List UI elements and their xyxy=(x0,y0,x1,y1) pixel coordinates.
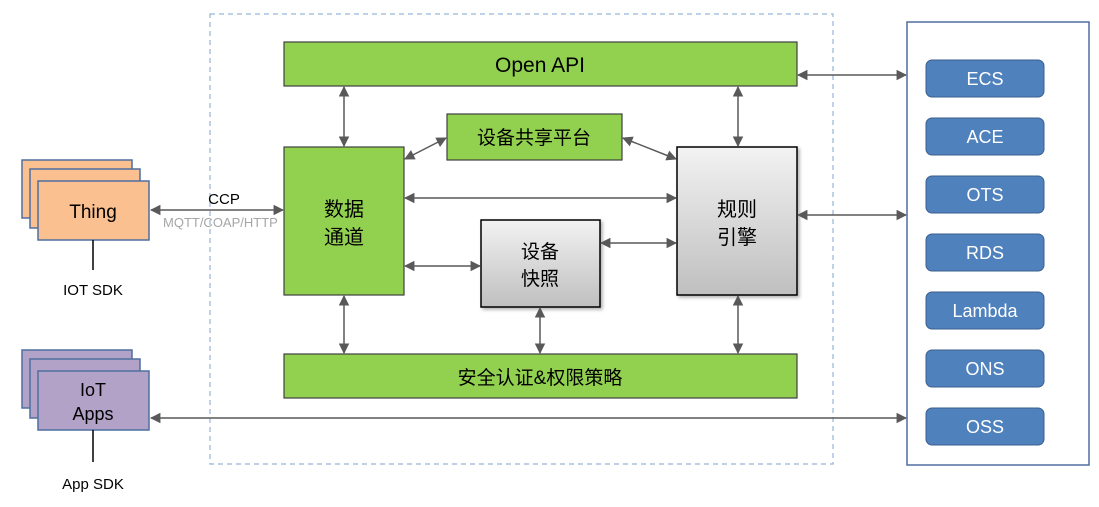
protocol-detail-label: MQTT/COAP/HTTP xyxy=(163,215,278,230)
device-snapshot-block xyxy=(480,219,601,308)
data-channel-label-1: 数据 xyxy=(324,198,364,221)
device-snapshot-label-2: 快照 xyxy=(521,268,559,290)
rule-engine-label-2: 引擎 xyxy=(717,226,757,249)
rule-engine-block xyxy=(676,146,798,296)
rule-engine-label-1: 规则 xyxy=(717,198,757,221)
data-channel-label-2: 通道 xyxy=(324,226,364,249)
thing-label: Thing xyxy=(69,202,117,223)
open-api-label: Open API xyxy=(495,54,585,77)
service-rds-label: RDS xyxy=(966,243,1004,263)
app-sdk-label: App SDK xyxy=(62,476,124,493)
device-snapshot-label-1: 设备 xyxy=(521,241,559,263)
iot-sdk-label: IOT SDK xyxy=(63,282,123,299)
service-oss-label: OSS xyxy=(966,417,1004,437)
device-share-label: 设备共享平台 xyxy=(477,127,591,149)
iot-apps-stack: IoT Apps xyxy=(21,349,150,431)
iot-apps-label-2: Apps xyxy=(72,404,113,424)
iot-architecture-diagram: Thing IOT SDK IoT Apps App SDK CCP MQTT/… xyxy=(21,13,1090,493)
thing-stack: Thing xyxy=(21,159,150,241)
arrow-data-channel-share xyxy=(404,137,447,160)
iot-apps-label-1: IoT xyxy=(80,380,106,400)
service-lambda-label: Lambda xyxy=(952,301,1018,321)
service-ons-label: ONS xyxy=(965,359,1004,379)
services-list: ECS ACE OTS RDS Lambda ONS OSS xyxy=(925,59,1045,446)
arrow-share-rule xyxy=(622,136,677,161)
data-channel-block xyxy=(283,146,405,296)
service-ace-label: ACE xyxy=(966,127,1003,147)
service-ots-label: OTS xyxy=(966,185,1003,205)
security-label: 安全认证&权限策略 xyxy=(458,367,623,389)
ccp-label: CCP xyxy=(208,191,240,208)
service-ecs-label: ECS xyxy=(966,69,1003,89)
